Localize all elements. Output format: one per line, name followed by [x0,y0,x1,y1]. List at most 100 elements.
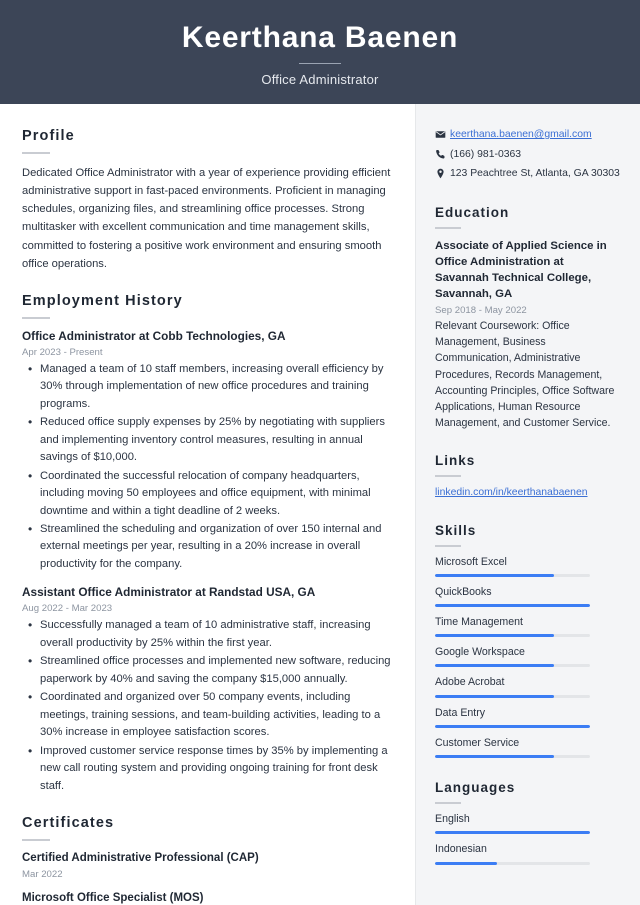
contact-text: (166) 981-0363 [450,148,522,160]
location-pin-icon [435,167,450,179]
skill: Microsoft Excel [435,556,620,577]
language: English [435,813,620,835]
language-level-bar [435,831,590,835]
links-list: linkedin.com/in/keerthanabaenen [435,486,620,501]
skill-label: Google Workspace [435,646,525,659]
sidebar-column: keerthana.baenen@gmail.com (166) 981-0363… [415,104,640,905]
section-links: Links linkedin.com/in/keerthanabaenen [435,453,620,501]
skill-level-bar [435,694,590,698]
resume-body: Profile Dedicated Office Administrator w… [0,104,640,905]
employment-entry: Office Administrator at Cobb Technologie… [22,329,393,574]
employment-job-title: Assistant Office Administrator at Randst… [22,585,316,600]
skill-level-fill [435,694,555,698]
language: Indonesian [435,843,620,865]
skill-level-bar [435,603,590,607]
section-languages: Languages English Indonesian [435,780,620,865]
skill-level-fill [435,573,555,577]
section-profile: Profile Dedicated Office Administrator w… [22,128,393,273]
employment-dates: Apr 2023 - Present [22,346,103,358]
contact-row[interactable]: keerthana.baenen@gmail.com [435,128,620,142]
employment-list: Office Administrator at Cobb Technologie… [22,329,393,795]
contact-row: (166) 981-0363 [435,148,620,162]
employment-bullet: Reduced office supply expenses by 25% by… [22,413,393,466]
employment-bullet: Managed a team of 10 staff members, incr… [22,360,393,413]
skill: Time Management [435,615,620,638]
profile-link[interactable]: linkedin.com/in/keerthanabaenen [435,486,620,501]
skill-label: Data Entry [435,706,486,719]
languages-heading: Languages [435,780,516,796]
certificate-entry: Certified Administrative Professional (C… [22,851,393,880]
resume-page: Keerthana Baenen Office Administrator Pr… [0,0,640,905]
envelope-icon [435,128,450,140]
skill: Google Workspace [435,646,620,668]
skill-label: Customer Service [435,736,520,749]
skill-label: Time Management [435,615,523,628]
employment-bullet-list: Successfully managed a team of 10 admini… [22,616,393,795]
skill-label: QuickBooks [435,585,492,598]
section-certificates: Certificates Certified Administrative Pr… [22,815,393,905]
certificates-heading: Certificates [22,815,115,831]
employment-bullet: Successfully managed a team of 10 admini… [22,616,393,652]
skill-level-bar [435,724,590,728]
candidate-job-title: Office Administrator [261,72,379,87]
employment-dates: Aug 2022 - Mar 2023 [22,603,113,615]
skill-level-fill [435,755,555,759]
section-divider [22,839,50,841]
language-label: English [435,813,470,826]
skill-label: Microsoft Excel [435,555,507,568]
profile-heading: Profile [22,128,75,144]
contact-email-link[interactable]: keerthana.baenen@gmail.com [450,128,592,142]
employment-bullet: Streamlined office processes and impleme… [22,652,393,688]
skill-level-bar [435,664,590,668]
skill-level-bar [435,573,590,577]
resume-header: Keerthana Baenen Office Administrator [0,0,640,104]
certificate-name: Certified Administrative Professional (C… [22,852,259,864]
profile-text: Dedicated Office Administrator with a ye… [22,167,391,270]
section-employment-history: Employment History Office Administrator … [22,293,393,795]
employment-entry: Assistant Office Administrator at Randst… [22,585,393,795]
certificate-date: Mar 2022 [22,868,63,880]
employment-heading: Employment History [22,292,183,309]
contact-row: 123 Peachtree St, Atlanta, GA 30303 [435,167,620,181]
employment-bullet: Coordinated the successful relocation of… [22,467,393,520]
certificates-list: Certified Administrative Professional (C… [22,851,393,905]
language-level-fill [435,861,497,865]
education-degree: Associate of Applied Science in Office A… [435,239,607,301]
skill-level-fill [435,603,590,607]
skill: QuickBooks [435,586,620,607]
phone-icon [435,148,450,160]
employment-bullet-list: Managed a team of 10 staff members, incr… [22,360,393,574]
links-heading: Links [435,452,476,468]
languages-list: English Indonesian [435,813,620,865]
section-divider [435,802,461,805]
header-divider [299,63,341,64]
section-divider [435,226,461,229]
skill: Adobe Acrobat [435,676,620,698]
section-divider [435,474,461,477]
section-divider [22,316,50,319]
skill: Data Entry [435,707,620,728]
section-education: Education Associate of Applied Science i… [435,205,620,431]
certificate-entry: Microsoft Office Specialist (MOS)Dec 202… [22,891,393,905]
skill-level-bar [435,634,590,638]
language-label: Indonesian [435,843,487,856]
skill-level-fill [435,664,555,668]
language-level-bar [435,861,590,865]
section-divider [435,544,461,547]
contact-text: 123 Peachtree St, Atlanta, GA 30303 [450,168,620,180]
employment-job-title: Office Administrator at Cobb Technologie… [22,328,286,343]
language-level-fill [435,831,590,835]
skill: Customer Service [435,736,620,759]
skill-level-fill [435,724,590,728]
employment-bullet: Streamlined the scheduling and organizat… [22,520,393,573]
skill-level-bar [435,755,590,759]
skill-level-fill [435,634,555,638]
education-heading: Education [435,204,510,220]
section-divider [22,152,50,154]
skills-list: Microsoft Excel QuickBooks Time Management… [435,556,620,759]
section-skills: Skills Microsoft Excel QuickBooks Time Man… [435,523,620,759]
education-dates: Sep 2018 - May 2022 [435,305,527,317]
certificate-name: Microsoft Office Specialist (MOS) [22,891,204,904]
skill-label: Adobe Acrobat [435,676,505,689]
education-description: Relevant Coursework: Office Management, … [435,320,615,429]
